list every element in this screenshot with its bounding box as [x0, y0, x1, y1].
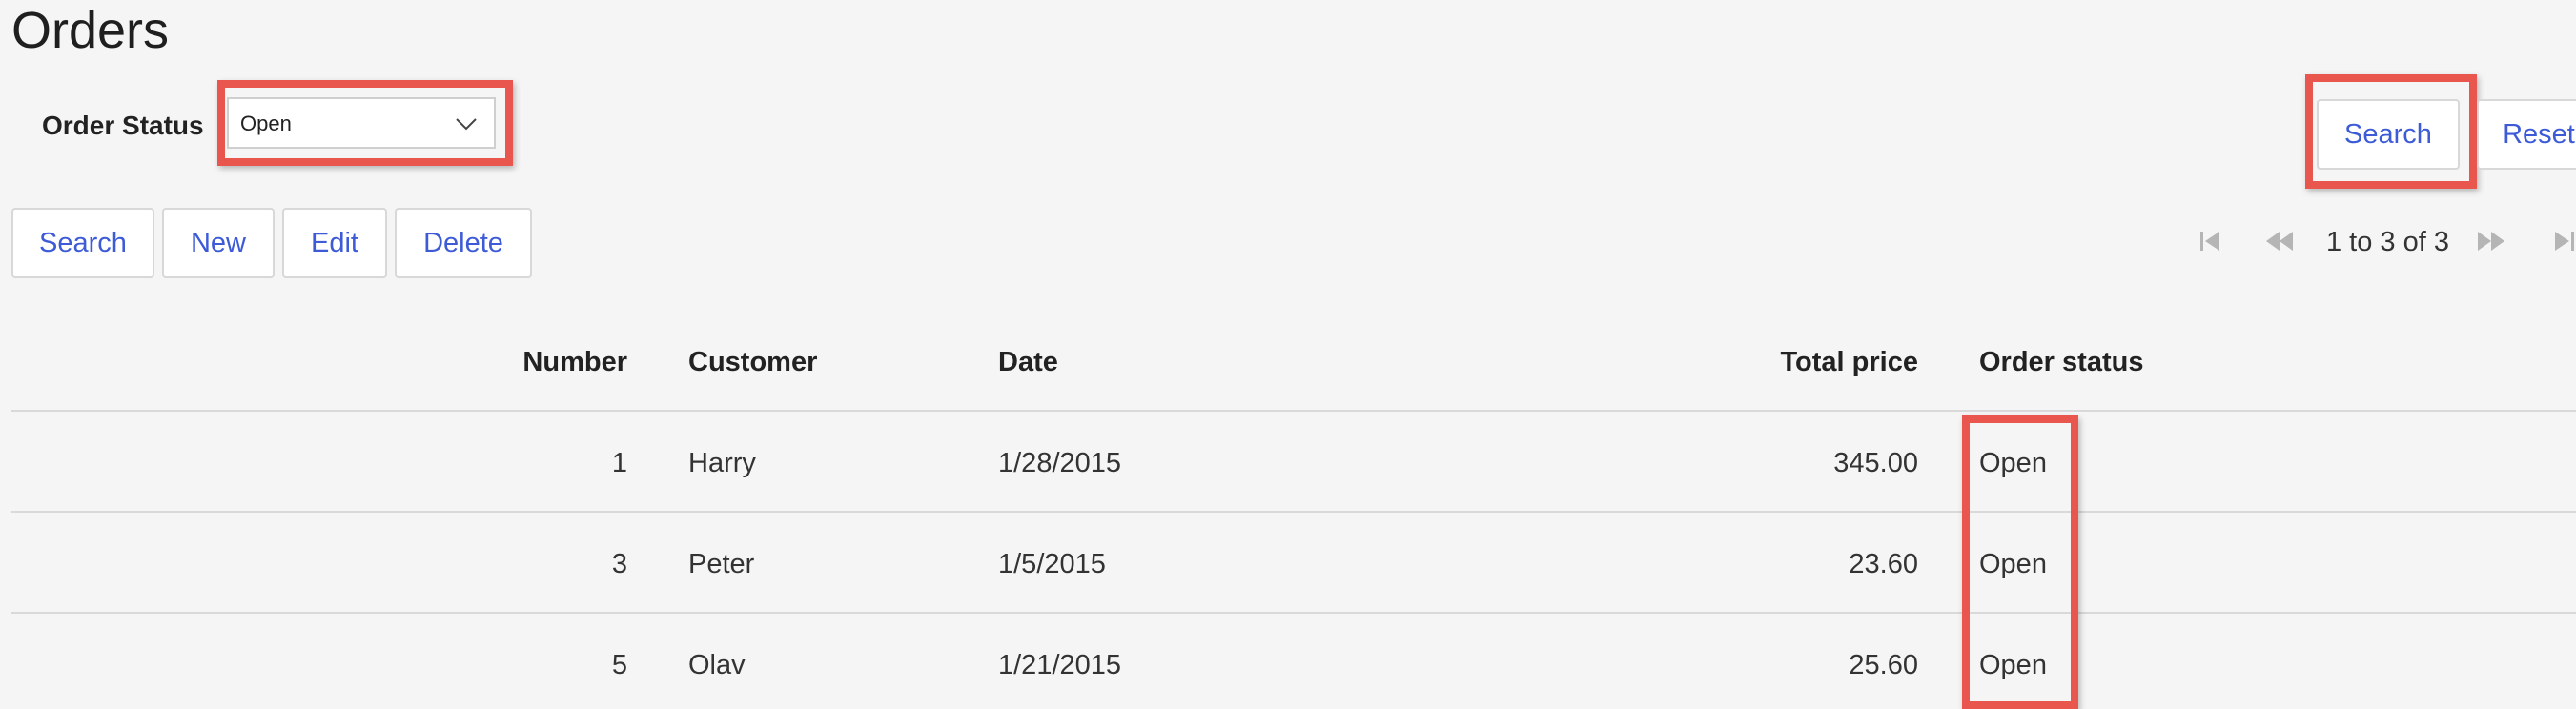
column-header-order-status[interactable]: Order status: [1979, 343, 2143, 381]
toolbar-edit-button[interactable]: Edit: [282, 208, 387, 278]
page-title: Orders: [11, 2, 170, 59]
pager-summary: 1 to 3 of 3: [2326, 227, 2449, 257]
order-status-label: Order Status: [42, 111, 204, 140]
column-header-number[interactable]: Number: [419, 343, 627, 381]
toolbar-delete-button[interactable]: Delete: [395, 208, 532, 278]
cell-number: 5: [611, 650, 627, 680]
cell-number: 3: [611, 549, 627, 579]
cell-total-price: 25.60: [1849, 650, 1918, 680]
header-divider: [11, 410, 2576, 412]
cell-number: 1: [611, 448, 627, 478]
last-page-icon[interactable]: [2547, 225, 2576, 257]
cell-date: 1/5/2015: [998, 549, 1106, 579]
highlight-box-select: [217, 80, 513, 166]
column-header-total-price[interactable]: Total price: [1716, 343, 1919, 381]
highlight-box-status-column: [1962, 415, 2078, 709]
column-header-date[interactable]: Date: [998, 343, 1058, 381]
cell-total-price: 23.60: [1849, 549, 1918, 579]
cell-date: 1/21/2015: [998, 650, 1122, 680]
next-page-icon[interactable]: [2475, 225, 2507, 257]
toolbar-new-button[interactable]: New: [162, 208, 275, 278]
row-divider: [11, 612, 2576, 614]
cell-total-price: 345.00: [1833, 448, 1918, 478]
row-divider: [11, 511, 2576, 513]
previous-page-icon[interactable]: [2263, 225, 2296, 257]
cell-customer: Harry: [688, 448, 756, 478]
toolbar-search-button[interactable]: Search: [11, 208, 154, 278]
cell-date: 1/28/2015: [998, 448, 1122, 478]
cell-customer: Peter: [688, 549, 755, 579]
highlight-box-search: [2305, 74, 2477, 189]
column-header-customer[interactable]: Customer: [688, 343, 817, 381]
filter-reset-button[interactable]: Reset: [2477, 99, 2576, 170]
first-page-icon[interactable]: [2195, 225, 2227, 257]
cell-customer: Olav: [688, 650, 746, 680]
